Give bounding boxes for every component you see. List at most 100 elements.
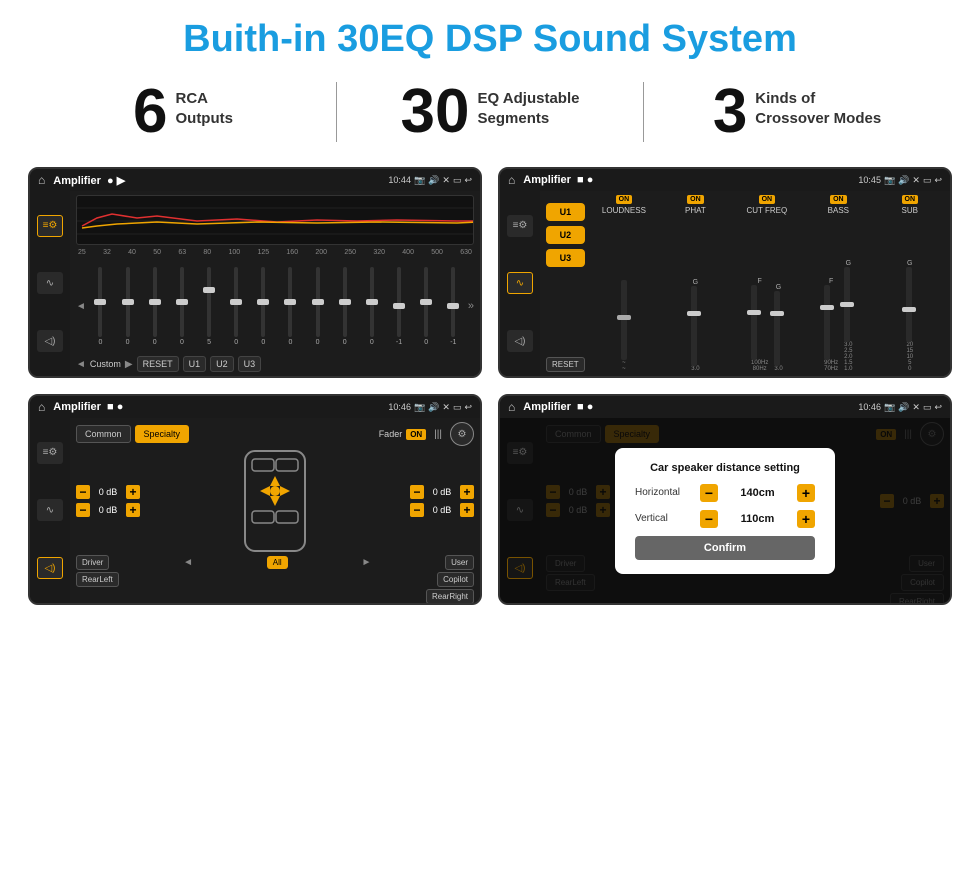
eq-u1-btn[interactable]: U1	[183, 356, 207, 372]
eq-reset-btn[interactable]: RESET	[137, 356, 179, 372]
fader-time: 10:46	[388, 402, 411, 412]
dialog-horizontal-row: Horizontal − 140cm +	[635, 484, 815, 502]
xover-filter-icon[interactable]: ≡⚙	[507, 215, 533, 237]
eq-status-icons: 10:44 📷 🔊 ✕ ▭ ↩	[388, 175, 472, 186]
eq-status-bar: ⌂ Amplifier ● ▶ 10:44 📷 🔊 ✕ ▭ ↩	[30, 169, 480, 191]
xover-cutfreq-on: ON	[759, 195, 776, 204]
eq-u2-btn[interactable]: U2	[210, 356, 234, 372]
fader-rearleft-btn[interactable]: RearLeft	[76, 572, 119, 587]
eq-home-icon[interactable]: ⌂	[38, 173, 45, 187]
fader-wave-icon[interactable]: ∿	[37, 499, 63, 521]
fader-settings-icon[interactable]: ⚙	[450, 422, 474, 446]
eq-vol-icon: 🔊	[428, 175, 439, 186]
fader-arrow-right[interactable]: ►	[361, 557, 371, 568]
fader-rearright-row: RearRight	[76, 589, 474, 604]
eq-rect-icon: ▭	[453, 175, 462, 186]
eq-side-panel: ≡⚙ ∿ ◁)	[30, 191, 70, 376]
dialog-vertical-label: Vertical	[635, 513, 695, 524]
fader-common-tab[interactable]: Common	[76, 425, 131, 443]
xover-speaker-icon[interactable]: ◁)	[507, 330, 533, 352]
xover-sub-label: SUB	[902, 206, 918, 215]
eq-speaker-icon[interactable]: ◁)	[37, 330, 63, 352]
eq-freq-labels: 2532405063 80100125160200 25032040050063…	[76, 249, 474, 256]
dialog-home-icon[interactable]: ⌂	[508, 400, 515, 414]
fader-on-badge: ON	[406, 429, 426, 440]
eq-wave-icon[interactable]: ∿	[37, 272, 63, 294]
car-svg	[230, 441, 320, 561]
dialog-back-icon[interactable]: ↩	[934, 402, 942, 413]
xover-reset-btn[interactable]: RESET	[546, 357, 585, 372]
eq-prev-btn[interactable]: ◄	[76, 359, 86, 370]
xover-status-icons: 10:45 📷🔊✕▭ ↩	[858, 175, 942, 186]
eq-back-icon[interactable]: ↩	[464, 175, 472, 186]
confirm-button[interactable]: Confirm	[635, 536, 815, 560]
eq-u3-btn[interactable]: U3	[238, 356, 262, 372]
xover-bass-label: BASS	[828, 206, 849, 215]
fader-main-area: Common Specialty Fader ON ||| ⚙ −	[70, 418, 480, 603]
stat-crossover: 3 Kinds ofCrossover Modes	[674, 81, 920, 143]
fader-arrow-left[interactable]: ◄	[183, 557, 193, 568]
xover-home-icon[interactable]: ⌂	[508, 173, 515, 187]
fader-filter-icon[interactable]: ≡⚙	[37, 442, 63, 464]
dialog-box: Car speaker distance setting Horizontal …	[615, 448, 835, 574]
xover-back-icon[interactable]: ↩	[934, 175, 942, 186]
eq-chart-svg	[77, 196, 473, 244]
fader-content: ≡⚙ ∿ ◁) Common Specialty Fader ON ||| ⚙	[30, 418, 480, 603]
xover-wave-icon[interactable]: ∿	[507, 272, 533, 294]
dialog-horizontal-value: 140cm	[723, 487, 792, 499]
xover-u3-btn[interactable]: U3	[546, 249, 585, 267]
fader-minus-1[interactable]: −	[76, 485, 90, 499]
crossover-status-bar: ⌂ Amplifier ■ ● 10:45 📷🔊✕▭ ↩	[500, 169, 950, 191]
xover-ch-phat: ON PHAT G 3.0	[661, 195, 729, 372]
fader-plus-4[interactable]: +	[460, 503, 474, 517]
crossover-content: ≡⚙ ∿ ◁) U1 U2 U3 RESET ON LOUDNES	[500, 191, 950, 376]
fader-home-icon[interactable]: ⌂	[38, 400, 45, 414]
dialog-vertical-plus[interactable]: +	[797, 510, 815, 528]
xover-side-panel: ≡⚙ ∿ ◁)	[500, 191, 540, 376]
stat-eq-number: 30	[401, 81, 470, 143]
xover-u1-btn[interactable]: U1	[546, 203, 585, 221]
fader-plus-2[interactable]: +	[126, 503, 140, 517]
xover-loudness-sliders: ~ ~	[621, 218, 627, 372]
fader-screen: ⌂ Amplifier ■ ● 10:46 📷🔊✕▭ ↩ ≡⚙ ∿ ◁) Com…	[28, 394, 482, 605]
fader-driver-btn[interactable]: Driver	[76, 555, 109, 570]
fader-rearright-btn[interactable]: RearRight	[426, 589, 474, 604]
fader-side-panel: ≡⚙ ∿ ◁)	[30, 418, 70, 603]
fader-specialty-tab[interactable]: Specialty	[135, 425, 190, 443]
fader-minus-2[interactable]: −	[76, 503, 90, 517]
dialog-horizontal-minus[interactable]: −	[700, 484, 718, 502]
xover-main-area: U1 U2 U3 RESET ON LOUDNESS	[540, 191, 950, 376]
fader-minus-3[interactable]: −	[410, 485, 424, 499]
fader-back-icon[interactable]: ↩	[464, 402, 472, 413]
fader-copilot-btn[interactable]: Copilot	[437, 572, 474, 587]
fader-plus-3[interactable]: +	[460, 485, 474, 499]
eq-slider-2: 0	[115, 267, 140, 346]
xover-time: 10:45	[858, 175, 881, 185]
dialog-vertical-value: 110cm	[723, 513, 792, 525]
fader-left-controls: − 0 dB + − 0 dB +	[76, 485, 140, 517]
eq-next-btn[interactable]: ▶	[125, 359, 133, 370]
eq-left-arrow[interactable]: ◄	[76, 301, 86, 312]
dialog-vertical-row: Vertical − 110cm +	[635, 510, 815, 528]
eq-slider-9: 0	[305, 267, 330, 346]
eq-time: 10:44	[388, 175, 411, 185]
fader-db-row-1: − 0 dB +	[76, 485, 140, 499]
fader-minus-4[interactable]: −	[410, 503, 424, 517]
dialog-horizontal-plus[interactable]: +	[797, 484, 815, 502]
screens-grid: ⌂ Amplifier ● ▶ 10:44 📷 🔊 ✕ ▭ ↩ ≡⚙ ∿ ◁)	[0, 159, 980, 621]
dialog-status-bar: ⌂ Amplifier ■ ● 10:46 📷🔊✕▭ ↩	[500, 396, 950, 418]
xover-channels: ON LOUDNESS ~ ~ ON PHAT	[590, 195, 944, 372]
eq-filter-icon[interactable]: ≡⚙	[37, 215, 63, 237]
eq-screen: ⌂ Amplifier ● ▶ 10:44 📷 🔊 ✕ ▭ ↩ ≡⚙ ∿ ◁)	[28, 167, 482, 378]
xover-u2-btn[interactable]: U2	[546, 226, 585, 244]
eq-slider-7: 0	[251, 267, 276, 346]
stat-crossover-number: 3	[713, 81, 747, 143]
crossover-screen: ⌂ Amplifier ■ ● 10:45 📷🔊✕▭ ↩ ≡⚙ ∿ ◁) U1 …	[498, 167, 952, 378]
fader-status-bar: ⌂ Amplifier ■ ● 10:46 📷🔊✕▭ ↩	[30, 396, 480, 418]
dialog-vertical-minus[interactable]: −	[700, 510, 718, 528]
fader-user-btn[interactable]: User	[445, 555, 474, 570]
fader-body: − 0 dB + − 0 dB +	[76, 451, 474, 551]
fader-speaker-icon[interactable]: ◁)	[37, 557, 63, 579]
eq-right-expand[interactable]: »	[468, 300, 474, 312]
fader-plus-1[interactable]: +	[126, 485, 140, 499]
